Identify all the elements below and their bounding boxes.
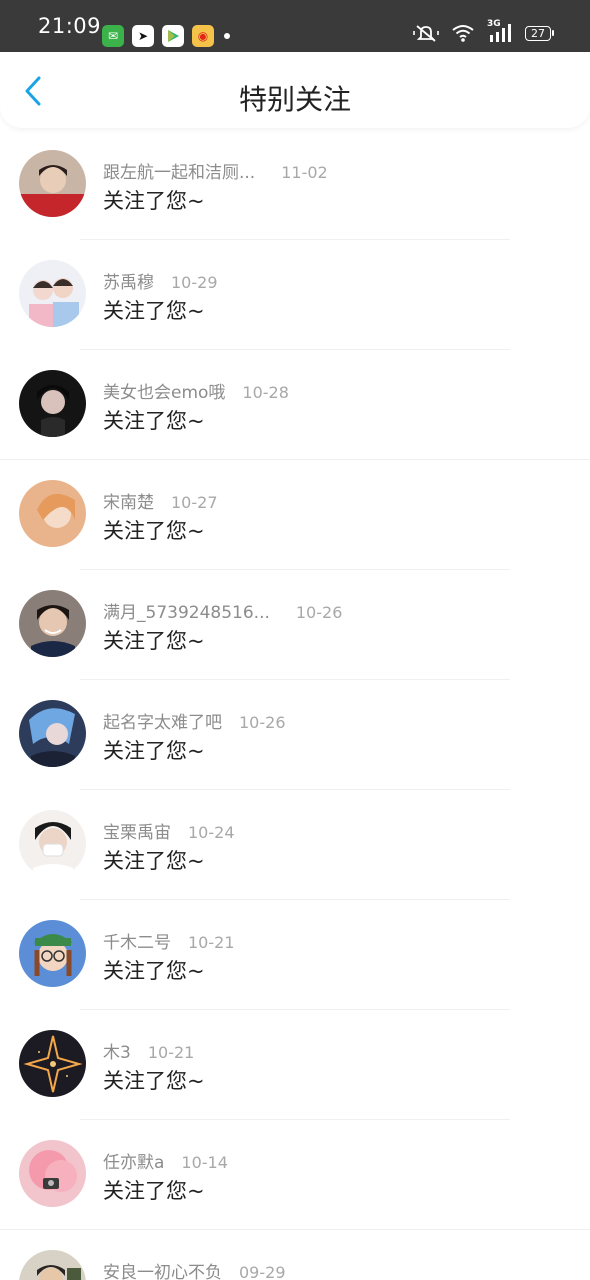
item-date: 11-02 — [281, 163, 328, 182]
more-notifications-dot — [224, 33, 230, 39]
item-meta: 跟左航一起和洁厕... 11-02 — [103, 158, 328, 183]
list-item[interactable]: 满月_5739248516... 10-26 关注了您~ — [0, 570, 590, 680]
item-date: 10-21 — [147, 1043, 195, 1062]
item-date: 10-26 — [295, 603, 343, 622]
wifi-icon — [452, 25, 474, 42]
item-name[interactable]: 安良一初心不负 — [103, 1258, 222, 1280]
item-date: 10-27 — [171, 493, 218, 512]
list-item[interactable]: 任亦默a 10-14 关注了您~ — [0, 1120, 590, 1230]
battery-indicator: 27 — [525, 25, 554, 41]
item-date: 10-14 — [181, 1153, 228, 1172]
wechat-app-icon: ✉ — [102, 25, 124, 47]
list-item[interactable]: 跟左航一起和洁厕... 11-02 关注了您~ — [0, 130, 590, 240]
play-store-icon — [162, 25, 184, 47]
item-name[interactable]: 任亦默a — [103, 1148, 164, 1173]
page-header: 特别关注 — [0, 52, 590, 128]
item-date: 10-24 — [188, 823, 235, 842]
item-message: 关注了您~ — [103, 409, 205, 433]
item-message: 关注了您~ — [103, 1179, 205, 1203]
item-name[interactable]: 千木二号 — [103, 928, 171, 953]
item-meta: 木3 10-21 — [103, 1038, 194, 1063]
status-indicators: 3G 27 — [413, 19, 554, 43]
list-item[interactable]: 千木二号 10-21 关注了您~ — [0, 900, 590, 1010]
avatar[interactable] — [19, 150, 86, 217]
item-name[interactable]: 木3 — [103, 1038, 131, 1063]
avatar[interactable] — [19, 260, 86, 327]
item-meta: 起名字太难了吧 10-26 — [103, 708, 286, 733]
item-name[interactable]: 苏禹穆 — [103, 268, 154, 293]
avatar[interactable] — [19, 700, 86, 767]
cellular-signal: 3G — [487, 19, 513, 43]
list-item[interactable]: 美女也会emo哦 10-28 关注了您~ — [0, 350, 590, 460]
avatar[interactable] — [19, 1140, 86, 1207]
list-item[interactable]: 木3 10-21 关注了您~ — [0, 1010, 590, 1120]
item-name[interactable]: 宝栗禹宙 — [103, 818, 171, 843]
item-date: 10-26 — [239, 713, 286, 732]
page-title: 特别关注 — [238, 83, 351, 116]
avatar[interactable] — [19, 370, 86, 437]
item-date: 10-29 — [171, 273, 218, 292]
avatar[interactable] — [19, 1250, 86, 1280]
item-message: 关注了您~ — [103, 849, 205, 873]
item-name[interactable]: 起名字太难了吧 — [103, 708, 222, 733]
item-meta: 满月_5739248516... 10-26 — [103, 598, 342, 623]
list-item[interactable]: 安良一初心不负 09-29 — [0, 1230, 590, 1280]
avatar[interactable] — [19, 1030, 86, 1097]
item-date: 10-28 — [242, 383, 289, 402]
status-bar: 21:09 ✉ ➤ ◉ 3G 27 — [0, 0, 590, 52]
item-meta: 宋南楚 10-27 — [103, 488, 218, 513]
cursor-app-icon: ➤ — [132, 25, 154, 47]
follower-list: 跟左航一起和洁厕... 11-02 关注了您~ 苏禹穆 10-29 关注了您~ — [0, 130, 590, 1280]
avatar[interactable] — [19, 590, 86, 657]
avatar[interactable] — [19, 920, 86, 987]
item-meta: 美女也会emo哦 10-28 — [103, 378, 289, 403]
item-message: 关注了您~ — [103, 959, 205, 983]
list-item[interactable]: 苏禹穆 10-29 关注了您~ — [0, 240, 590, 350]
item-message: 关注了您~ — [103, 1069, 205, 1093]
notification-icons: ✉ ➤ ◉ — [102, 25, 230, 47]
item-meta: 安良一初心不负 09-29 — [103, 1258, 286, 1280]
item-name[interactable]: 宋南楚 — [103, 488, 154, 513]
item-message: 关注了您~ — [103, 189, 205, 213]
list-item[interactable]: 起名字太难了吧 10-26 关注了您~ — [0, 680, 590, 790]
item-date: 10-21 — [188, 933, 235, 952]
avatar[interactable] — [19, 810, 86, 877]
status-time: 21:09 — [38, 14, 102, 38]
weibo-app-icon: ◉ — [192, 25, 214, 47]
item-message: 关注了您~ — [103, 519, 205, 543]
item-name[interactable]: 美女也会emo哦 — [103, 378, 225, 403]
item-meta: 宝栗禹宙 10-24 — [103, 818, 235, 843]
item-meta: 苏禹穆 10-29 — [103, 268, 218, 293]
signal-bars-icon — [490, 24, 511, 42]
item-message: 关注了您~ — [103, 629, 205, 653]
item-message: 关注了您~ — [103, 299, 205, 323]
item-meta: 千木二号 10-21 — [103, 928, 235, 953]
battery-level: 27 — [531, 26, 545, 40]
item-name[interactable]: 满月_5739248516... — [103, 598, 270, 623]
item-meta: 任亦默a 10-14 — [103, 1148, 228, 1173]
list-item[interactable]: 宋南楚 10-27 关注了您~ — [0, 460, 590, 570]
item-message: 关注了您~ — [103, 739, 205, 763]
item-name[interactable]: 跟左航一起和洁厕... — [103, 158, 255, 183]
mute-vibrate-icon — [413, 25, 439, 42]
list-item[interactable]: 宝栗禹宙 10-24 关注了您~ — [0, 790, 590, 900]
item-date: 09-29 — [239, 1263, 286, 1280]
avatar[interactable] — [19, 480, 86, 547]
